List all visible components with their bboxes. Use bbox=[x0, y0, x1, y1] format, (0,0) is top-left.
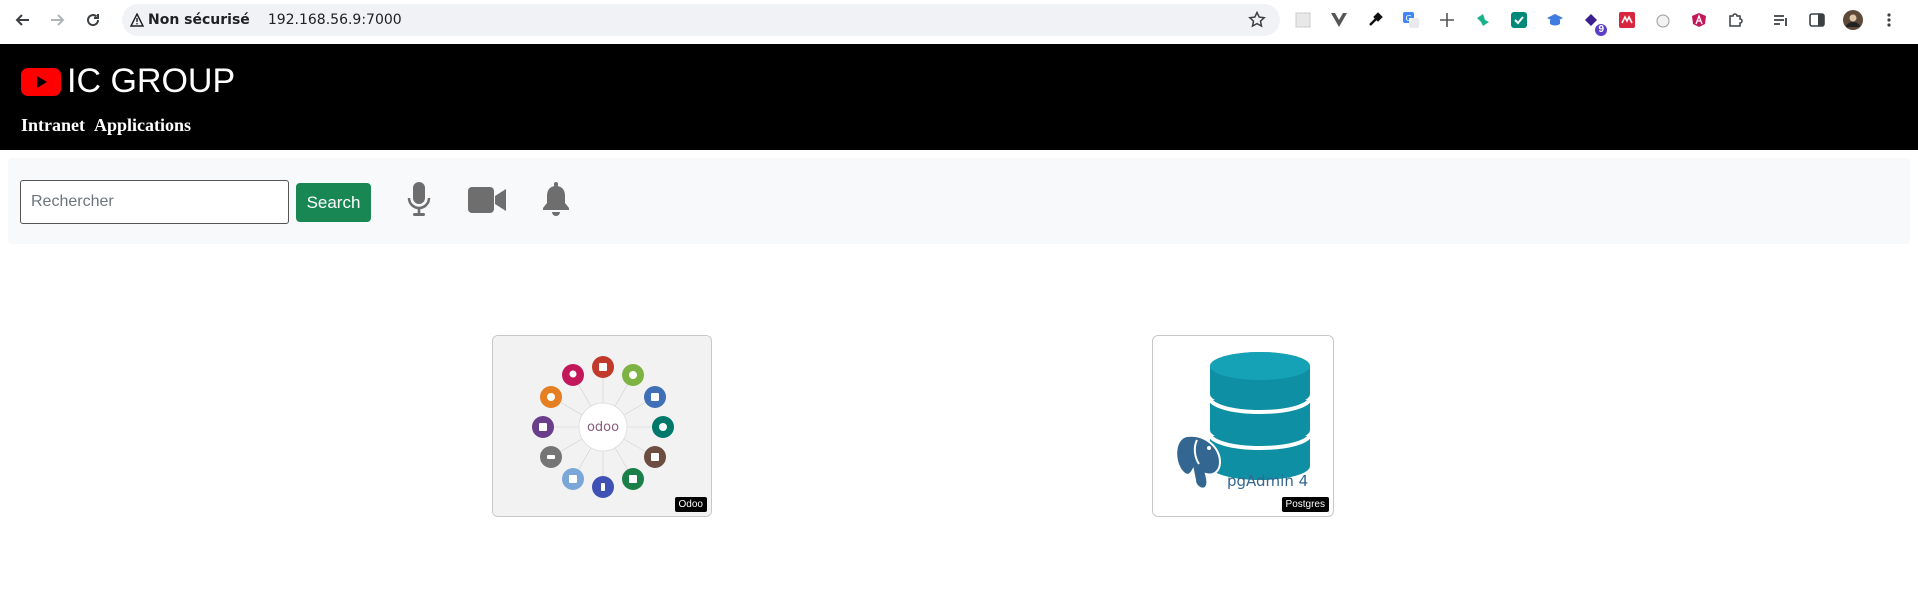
playlist-icon[interactable] bbox=[1769, 8, 1793, 32]
vue-icon[interactable] bbox=[1327, 8, 1351, 32]
warning-triangle-icon bbox=[130, 13, 144, 27]
brand[interactable]: IC GROUP bbox=[21, 62, 235, 101]
cat-icon[interactable] bbox=[1651, 8, 1675, 32]
pgadmin-image-text: pgAdmin 4 bbox=[1227, 472, 1308, 490]
youtube-logo-icon bbox=[21, 67, 61, 96]
angular-icon[interactable] bbox=[1687, 8, 1711, 32]
forward-button[interactable] bbox=[44, 7, 70, 33]
reload-button[interactable] bbox=[80, 7, 106, 33]
search-button[interactable]: Search bbox=[296, 183, 371, 222]
grid-icon[interactable] bbox=[1291, 8, 1315, 32]
bell-icon[interactable] bbox=[538, 180, 574, 220]
header-nav: Intranet Applications bbox=[21, 115, 200, 136]
browser-chrome: Non sécurisé 192.168.56.9:7000 G 9 bbox=[0, 0, 1918, 41]
search-toolbar: Search bbox=[8, 158, 1910, 244]
extension-badge: 9 bbox=[1595, 24, 1607, 36]
search-input[interactable] bbox=[20, 180, 289, 224]
extensions-icon[interactable] bbox=[1723, 8, 1747, 32]
app-card-odoo[interactable]: odoo Odoo bbox=[492, 335, 712, 517]
nav-applications[interactable]: Applications bbox=[94, 115, 191, 136]
arrow-left-icon bbox=[15, 14, 29, 26]
svg-text:G: G bbox=[1406, 14, 1412, 23]
video-camera-icon[interactable] bbox=[466, 184, 508, 216]
arrow-right-icon bbox=[51, 14, 65, 26]
red-grid-icon[interactable] bbox=[1615, 8, 1639, 32]
security-label: Non sécurisé bbox=[148, 12, 250, 28]
site-title: IC GROUP bbox=[67, 62, 236, 100]
bird-icon[interactable] bbox=[1471, 8, 1495, 32]
extensions-toolbar: G 9 bbox=[1291, 8, 1913, 36]
check-square-icon[interactable] bbox=[1507, 8, 1531, 32]
reload-icon bbox=[87, 14, 100, 27]
address-bar[interactable]: Non sécurisé 192.168.56.9:7000 bbox=[122, 4, 1280, 36]
avatar-icon[interactable] bbox=[1841, 8, 1865, 32]
app-label-postgres: Postgres bbox=[1281, 497, 1329, 512]
app-label-odoo: Odoo bbox=[674, 497, 707, 512]
move-icon[interactable] bbox=[1435, 8, 1459, 32]
svg-text:odoo: odoo bbox=[587, 420, 619, 435]
bookmark-star-icon[interactable] bbox=[1248, 10, 1266, 34]
app-card-postgres[interactable]: pgAdmin 4 Postgres bbox=[1152, 335, 1334, 517]
translate-icon[interactable]: G bbox=[1399, 8, 1423, 32]
odoo-modules-image: odoo bbox=[493, 336, 711, 516]
puzzle-badge-icon[interactable]: 9 bbox=[1579, 8, 1607, 36]
graduation-icon[interactable] bbox=[1543, 8, 1567, 32]
kebab-menu-icon[interactable] bbox=[1877, 8, 1901, 32]
security-warning[interactable]: Non sécurisé bbox=[130, 12, 250, 28]
url-text[interactable]: 192.168.56.9:7000 bbox=[268, 12, 402, 28]
nav-intranet[interactable]: Intranet bbox=[21, 115, 85, 136]
microphone-icon[interactable] bbox=[402, 180, 436, 220]
site-header: IC GROUP Intranet Applications bbox=[0, 44, 1918, 150]
back-button[interactable] bbox=[10, 7, 36, 33]
sidepanel-icon[interactable] bbox=[1805, 8, 1829, 32]
eyedropper-icon[interactable] bbox=[1363, 8, 1387, 32]
pgadmin-logo-image: pgAdmin 4 bbox=[1175, 352, 1312, 490]
